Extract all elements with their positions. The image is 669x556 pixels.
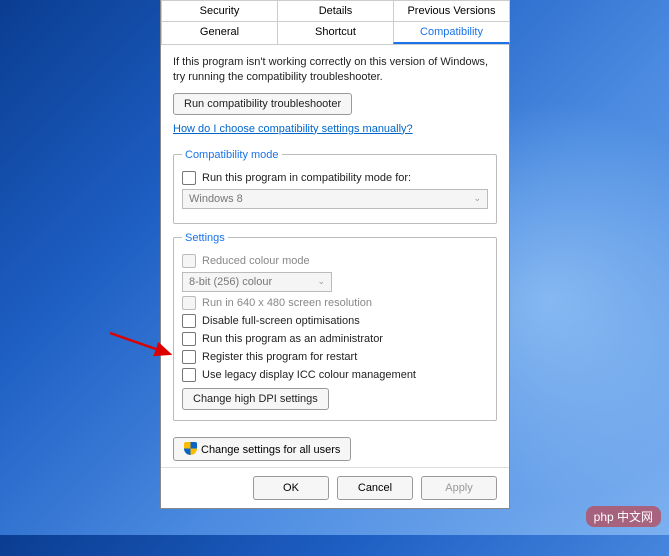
- tab-details[interactable]: Details: [277, 0, 394, 21]
- compat-mode-legend: Compatibility mode: [182, 149, 282, 161]
- cancel-button[interactable]: Cancel: [337, 476, 413, 500]
- register-restart-checkbox[interactable]: [182, 350, 196, 364]
- intro-text: If this program isn't working correctly …: [173, 55, 497, 85]
- lowres-label: Run in 640 x 480 screen resolution: [202, 297, 372, 309]
- tab-content: If this program isn't working correctly …: [161, 45, 509, 433]
- run-as-admin-label: Run this program as an administrator: [202, 333, 383, 345]
- run-as-admin-checkbox[interactable]: [182, 332, 196, 346]
- ok-button[interactable]: OK: [253, 476, 329, 500]
- dialog-footer: OK Cancel Apply: [161, 467, 509, 500]
- compatibility-mode-group: Compatibility mode Run this program in c…: [173, 149, 497, 224]
- color-depth-value: 8-bit (256) colour: [189, 276, 272, 288]
- compat-mode-label: Run this program in compatibility mode f…: [202, 172, 411, 184]
- help-link[interactable]: How do I choose compatibility settings m…: [173, 123, 413, 135]
- apply-button[interactable]: Apply: [421, 476, 497, 500]
- lowres-checkbox: [182, 296, 196, 310]
- chevron-down-icon: ⌄: [473, 193, 481, 204]
- change-dpi-button[interactable]: Change high DPI settings: [182, 388, 329, 410]
- settings-legend: Settings: [182, 232, 228, 244]
- run-troubleshooter-button[interactable]: Run compatibility troubleshooter: [173, 93, 352, 115]
- tab-shortcut[interactable]: Shortcut: [277, 21, 394, 44]
- watermark: php 中文网: [586, 506, 661, 527]
- reduced-color-label: Reduced colour mode: [202, 255, 310, 267]
- tab-compatibility[interactable]: Compatibility: [393, 21, 510, 44]
- reduced-color-checkbox: [182, 254, 196, 268]
- tab-previous-versions[interactable]: Previous Versions: [393, 0, 510, 21]
- shield-icon: [184, 442, 197, 455]
- change-all-users-button[interactable]: Change settings for all users: [173, 437, 351, 461]
- legacy-icc-label: Use legacy display ICC colour management: [202, 369, 416, 381]
- tab-security[interactable]: Security: [161, 0, 278, 21]
- compat-mode-select-value: Windows 8: [189, 193, 243, 205]
- settings-group: Settings Reduced colour mode 8-bit (256)…: [173, 232, 497, 421]
- disable-fullscreen-label: Disable full-screen optimisations: [202, 315, 360, 327]
- compat-mode-select[interactable]: Windows 8 ⌄: [182, 189, 488, 209]
- register-restart-label: Register this program for restart: [202, 351, 357, 363]
- chevron-down-icon: ⌄: [317, 276, 325, 287]
- legacy-icc-checkbox[interactable]: [182, 368, 196, 382]
- compat-mode-checkbox[interactable]: [182, 171, 196, 185]
- change-all-users-label: Change settings for all users: [201, 444, 340, 456]
- disable-fullscreen-checkbox[interactable]: [182, 314, 196, 328]
- tab-strip: Security Details Previous Versions Gener…: [161, 0, 509, 45]
- color-depth-select: 8-bit (256) colour ⌄: [182, 272, 332, 292]
- tab-general[interactable]: General: [161, 21, 278, 44]
- properties-dialog: Security Details Previous Versions Gener…: [160, 0, 510, 509]
